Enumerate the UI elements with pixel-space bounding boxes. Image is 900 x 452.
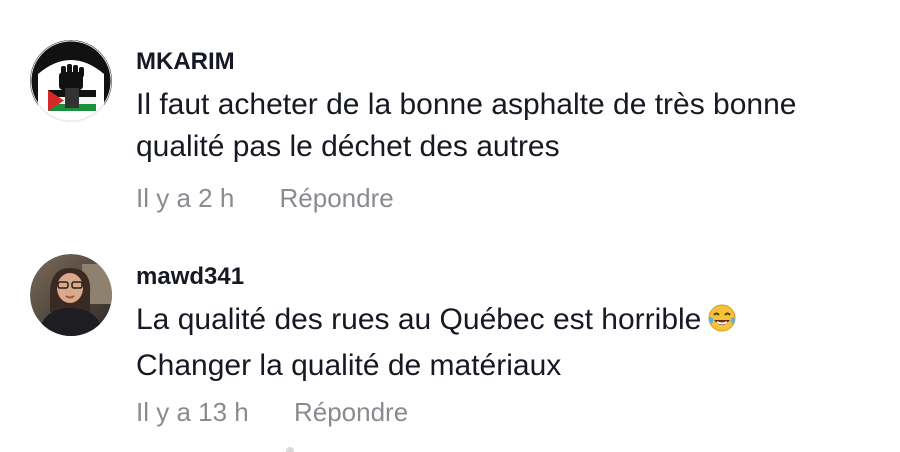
avatar[interactable] — [30, 254, 112, 336]
next-comment-edge — [286, 447, 294, 452]
comment-meta: Il y a 13 h Répondre — [136, 397, 408, 427]
timestamp: Il y a 13 h — [136, 397, 249, 427]
profile-photo-icon — [30, 254, 112, 336]
comment-text-line: Changer la qualité de matériaux — [136, 349, 562, 382]
reply-button[interactable]: Répondre — [294, 397, 408, 427]
comment-text-line-1: La qualité des rues au Québec est horrib… — [136, 303, 702, 336]
comment-text: La qualité des rues au Québec est horrib… — [136, 299, 876, 387]
comment-text-line: La qualité des rues au Québec est horrib… — [136, 299, 876, 345]
username[interactable]: mawd341 — [136, 263, 244, 291]
face-with-tears-of-joy-icon — [707, 303, 737, 345]
comment-item: mawd341 La qualité des rues au Québec es… — [0, 0, 900, 440]
